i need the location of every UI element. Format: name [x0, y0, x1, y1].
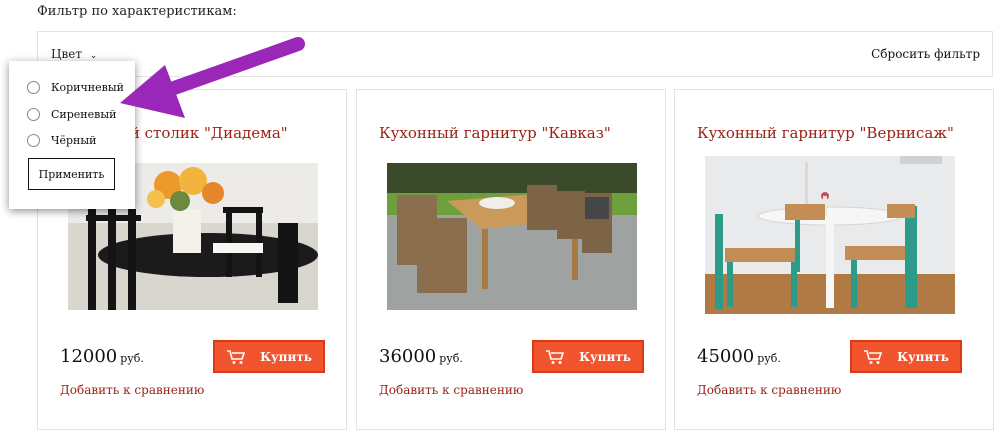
cart-icon — [546, 349, 565, 364]
cart-icon — [227, 349, 246, 364]
product-title[interactable]: Кухонный гарнитур "Кавказ" — [379, 124, 611, 142]
product-card: Кухонный гарнитур "Кавказ" 36000 руб. Куп… — [356, 89, 666, 430]
product-image[interactable] — [387, 163, 637, 310]
product-price: 12000 руб. — [60, 346, 144, 367]
option-label: Коричневый — [51, 81, 124, 94]
product-title[interactable]: Кухонный гарнитур "Вернисаж" — [697, 124, 954, 142]
buy-button-label: Купить — [260, 349, 312, 364]
filter-title: Фильтр по характеристикам: — [37, 4, 237, 19]
color-option-lilac[interactable]: Сиреневый — [27, 108, 116, 121]
price-currency: руб. — [120, 352, 144, 365]
color-option-brown[interactable]: Коричневый — [27, 81, 124, 94]
buy-button-label: Купить — [579, 349, 631, 364]
color-filter-label: Цвет — [51, 47, 82, 61]
apply-filter-button[interactable]: Применить — [28, 158, 115, 190]
buy-button[interactable]: Купить — [850, 340, 962, 373]
radio-icon[interactable] — [27, 81, 40, 94]
product-price: 36000 руб. — [379, 346, 463, 367]
product-card: Кухонный гарнитур "Вернисаж" 45000руб. — [674, 89, 994, 430]
reset-filter-link[interactable]: Сбросить фильтр — [871, 47, 980, 61]
cart-icon — [864, 349, 883, 364]
buy-button-label: Купить — [897, 349, 949, 364]
add-to-compare-link[interactable]: Добавить к сравнению — [697, 383, 841, 397]
price-currency: руб. — [439, 352, 463, 365]
price-value: 12000 — [60, 346, 118, 367]
filter-bar: Цвет ⌄ Сбросить фильтр — [37, 31, 993, 77]
product-image[interactable] — [705, 156, 955, 314]
price-value: 45000 — [697, 346, 755, 367]
option-label: Чёрный — [51, 134, 97, 147]
color-filter-dropdown: Коричневый Сиреневый Чёрный Применить — [9, 61, 135, 209]
option-label: Сиреневый — [51, 108, 117, 121]
color-filter-toggle[interactable]: Цвет ⌄ — [51, 47, 97, 61]
radio-icon[interactable] — [27, 134, 40, 147]
buy-button[interactable]: Купить — [213, 340, 325, 373]
price-value: 36000 — [379, 346, 437, 367]
buy-button[interactable]: Купить — [532, 340, 644, 373]
chevron-down-icon: ⌄ — [89, 51, 98, 61]
price-currency: руб. — [757, 352, 781, 365]
radio-icon[interactable] — [27, 108, 40, 121]
color-option-black[interactable]: Чёрный — [27, 134, 96, 147]
add-to-compare-link[interactable]: Добавить к сравнению — [379, 383, 523, 397]
product-price: 45000 руб. — [697, 346, 781, 367]
add-to-compare-link[interactable]: Добавить к сравнению — [60, 383, 204, 397]
